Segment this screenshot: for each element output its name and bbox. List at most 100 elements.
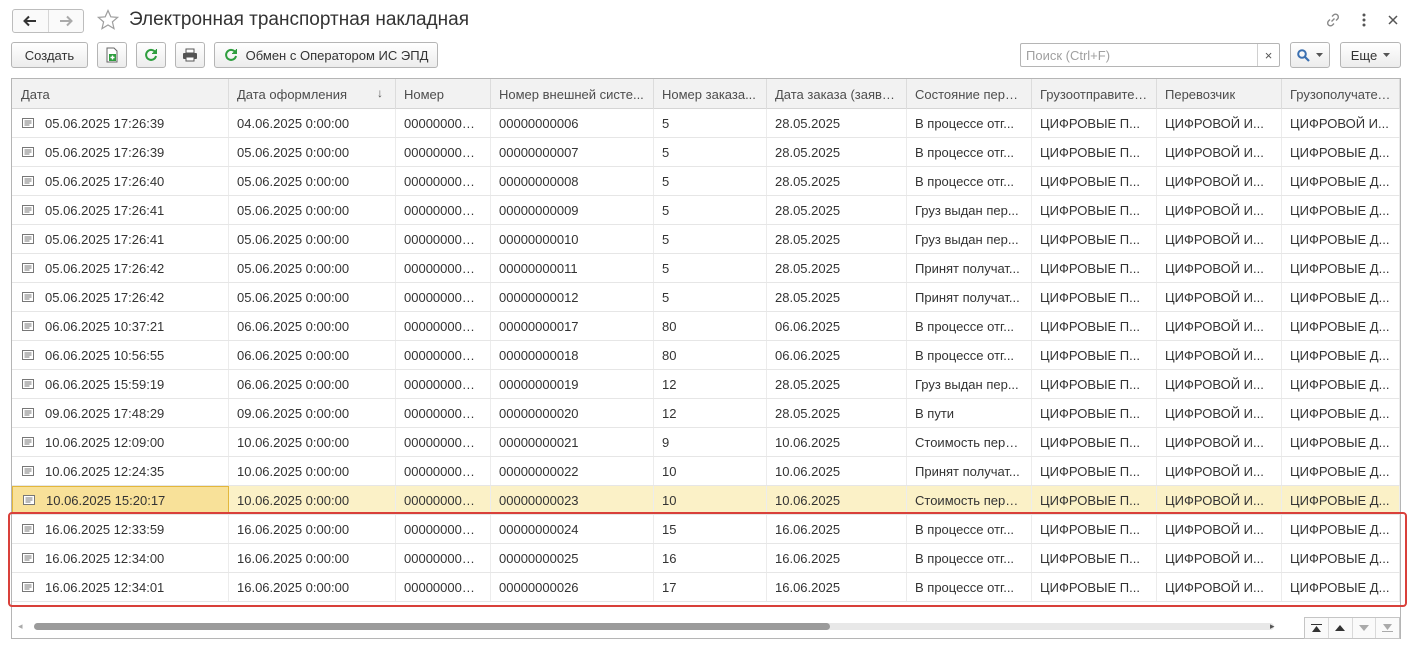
table-row[interactable]: 05.06.2025 17:26:39 05.06.2025 0:00:00 000… [12,138,1400,167]
table-cell: 16.06.2025 12:34:00 [12,544,229,572]
table-row[interactable]: 05.06.2025 17:26:39 04.06.2025 0:00:00 000… [12,109,1400,138]
table-row[interactable]: 05.06.2025 17:26:42 05.06.2025 0:00:00 000… [12,283,1400,312]
exchange-button[interactable]: Обмен с Оператором ИС ЭПД [214,42,438,68]
cell-value: 06.06.2025 10:56:55 [45,347,165,363]
close-button[interactable] [1383,10,1403,30]
cell-value: ЦИФРОВЫЕ П... [1040,492,1140,508]
page-up-button[interactable] [1329,618,1353,638]
scroll-track[interactable] [34,623,1274,630]
cell-value: 05.06.2025 17:26:39 [45,144,165,160]
column-header[interactable]: Состояние пере... [907,79,1032,109]
print-button[interactable] [175,42,205,68]
table-cell: ЦИФРОВЫЕ Д... [1282,196,1400,224]
create-button[interactable]: Создать [11,42,88,68]
column-header[interactable]: Грузоотправитель [1032,79,1157,109]
table-row[interactable]: 05.06.2025 17:26:41 05.06.2025 0:00:00 000… [12,196,1400,225]
table-cell: ЦИФРОВЫЕ Д... [1282,370,1400,398]
table-row[interactable]: 16.06.2025 12:33:59 16.06.2025 0:00:00 000… [12,515,1400,544]
table-row[interactable]: 05.06.2025 17:26:40 05.06.2025 0:00:00 000… [12,167,1400,196]
cell-value: 80 [662,318,677,334]
cell-value: 16.06.2025 0:00:00 [237,550,350,566]
column-header[interactable]: Номер заказа... [654,79,767,109]
cell-value: ЦИФРОВЫЕ Д... [1290,434,1390,450]
forward-button[interactable] [47,10,84,32]
cell-value: ЦИФРОВОЙ И... [1165,173,1264,189]
create-button-label: Создать [24,47,75,63]
back-button[interactable] [13,10,48,32]
go-to-first-button[interactable] [1305,618,1329,638]
go-to-last-button[interactable] [1376,618,1399,638]
column-header[interactable]: Грузополучатель [1282,79,1400,109]
scroll-thumb[interactable] [34,623,830,630]
scroll-right-icon[interactable]: ▸ [1270,621,1275,632]
table-cell: 10 [654,457,767,485]
cell-value: ЦИФРОВОЙ И... [1290,115,1389,131]
search-icon [1297,48,1310,62]
table-cell: 16.06.2025 12:33:59 [12,515,229,543]
refresh-button[interactable] [136,42,166,68]
document-icon [22,350,34,360]
column-header-label: Грузополучатель [1290,86,1391,102]
copy-button[interactable] [97,42,127,68]
table-row[interactable]: 16.06.2025 12:34:00 16.06.2025 0:00:00 000… [12,544,1400,573]
cell-value: 10.06.2025 [775,434,841,450]
column-header[interactable]: Номер внешней систе... [491,79,654,109]
table-cell: ЦИФРОВЫЕ Д... [1282,544,1400,572]
table-cell: ЦИФРОВЫЕ П... [1032,515,1157,543]
table-row[interactable]: 06.06.2025 15:59:19 06.06.2025 0:00:00 000… [12,370,1400,399]
cell-value: 04.06.2025 0:00:00 [237,115,350,131]
search-input[interactable] [1021,44,1257,66]
search-clear-button[interactable]: × [1257,44,1279,66]
cell-value: Стоимость пере... [915,492,1023,508]
more-button[interactable]: Еще [1340,42,1401,68]
cell-value: 00000000009 [499,202,579,218]
cell-value: 10.06.2025 [775,463,841,479]
cell-value: 28.05.2025 [775,376,841,392]
column-header[interactable]: Номер [396,79,491,109]
table-cell: 00000000011 [396,341,491,369]
link-button[interactable] [1323,10,1343,30]
table-cell: 00000000008 [491,167,654,195]
table-row[interactable]: 09.06.2025 17:48:29 09.06.2025 0:00:00 000… [12,399,1400,428]
favorite-button[interactable] [96,8,120,32]
table-cell: ЦИФРОВОЙ И... [1157,225,1282,253]
cell-value: 05.06.2025 0:00:00 [237,202,350,218]
cell-value: 10.06.2025 0:00:00 [237,463,350,479]
table-row[interactable]: 06.06.2025 10:37:21 06.06.2025 0:00:00 000… [12,312,1400,341]
table-cell: В процессе отг... [907,573,1032,601]
table-cell: 00000000005 [396,196,491,224]
cell-value: 9 [662,434,670,450]
scroll-left-icon[interactable]: ◂ [18,621,23,632]
cell-value: 28.05.2025 [775,260,841,276]
table-row[interactable]: 16.06.2025 12:34:01 16.06.2025 0:00:00 000… [12,573,1400,602]
triangle-up-icon [1335,625,1346,631]
table-row[interactable]: 10.06.2025 12:24:35 10.06.2025 0:00:00 000… [12,457,1400,486]
search-button[interactable] [1290,42,1330,68]
table-row[interactable]: 10.06.2025 15:20:17 10.06.2025 0:00:00 000… [12,486,1400,515]
column-header[interactable]: Перевозчик [1157,79,1282,109]
cell-value: 05.06.2025 17:26:41 [45,231,165,247]
cell-value: ЦИФРОВОЙ И... [1165,376,1264,392]
table-body: 05.06.2025 17:26:39 04.06.2025 0:00:00 000… [12,109,1400,602]
horizontal-scrollbar[interactable]: ◂ ▸ [12,615,1302,637]
table-row[interactable]: 10.06.2025 12:09:00 10.06.2025 0:00:00 000… [12,428,1400,457]
document-icon [22,437,34,447]
table-cell: 00000000017 [491,312,654,340]
cell-value: Принят получат... [915,260,1020,276]
column-header[interactable]: Дата оформления ↓ [229,79,396,109]
table-cell: ЦИФРОВЫЕ Д... [1282,573,1400,601]
menu-button[interactable] [1354,10,1374,30]
column-header[interactable]: Дата [12,79,229,109]
table-row[interactable]: 05.06.2025 17:26:42 05.06.2025 0:00:00 000… [12,254,1400,283]
column-header[interactable]: Дата заказа (заявки) [767,79,907,109]
page-down-button[interactable] [1353,618,1377,638]
table-row[interactable]: 05.06.2025 17:26:41 05.06.2025 0:00:00 000… [12,225,1400,254]
cell-value: ЦИФРОВОЙ И... [1165,434,1264,450]
table-cell: ЦИФРОВЫЕ Д... [1282,457,1400,485]
table-cell: ЦИФРОВОЙ И... [1157,428,1282,456]
table-row[interactable]: 06.06.2025 10:56:55 06.06.2025 0:00:00 000… [12,341,1400,370]
cell-value: ЦИФРОВЫЕ П... [1040,550,1140,566]
cell-value: 16.06.2025 12:34:00 [45,550,165,566]
document-icon [22,524,34,534]
table-cell: 00000000006 [491,109,654,137]
